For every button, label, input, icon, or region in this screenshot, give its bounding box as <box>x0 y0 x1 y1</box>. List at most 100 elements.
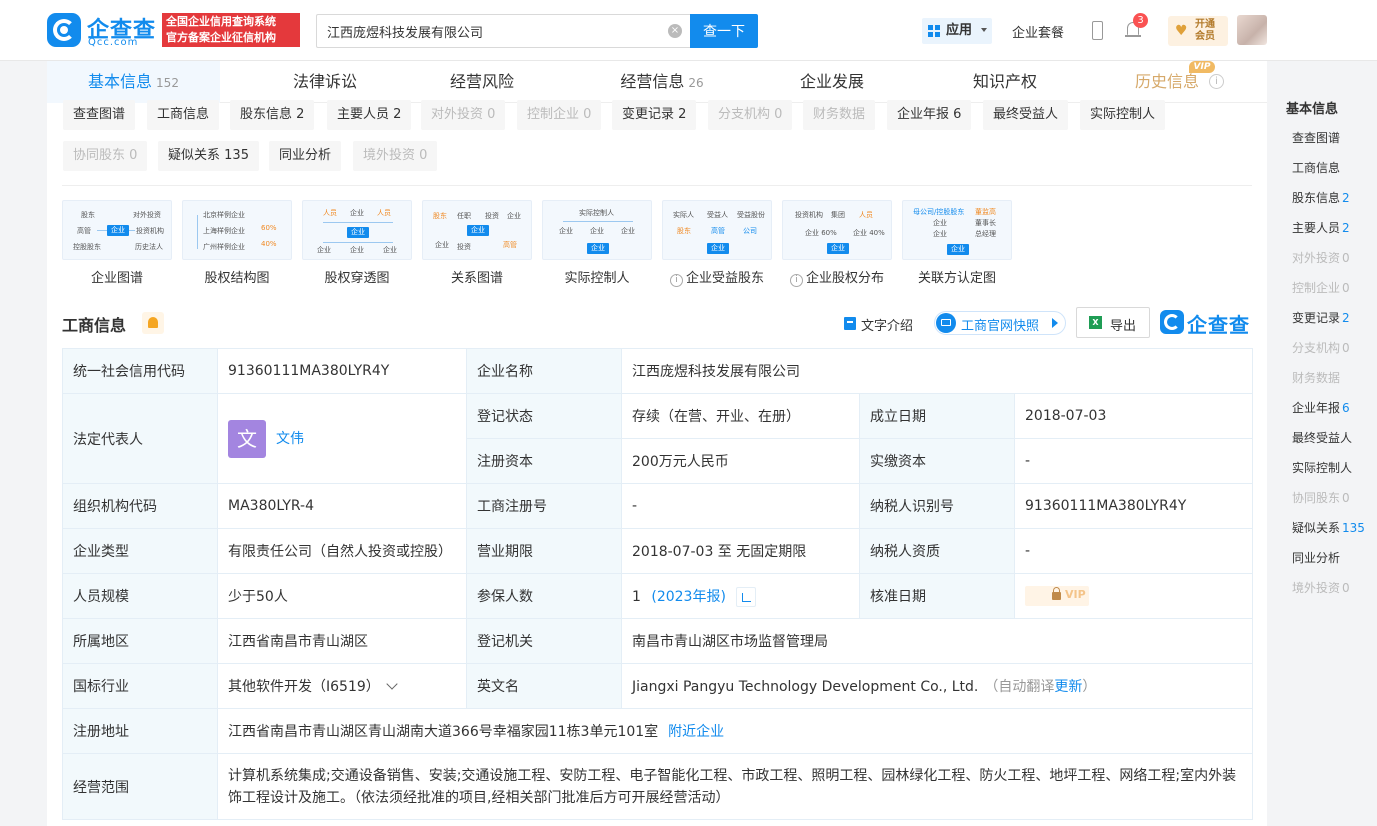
graph-label-beneficiary[interactable]: i 企业受益股东 <box>657 267 777 287</box>
graph-label-equity-distribution[interactable]: i 企业股权分布 <box>777 267 897 287</box>
reg-capital-label: 注册资本 <box>466 438 622 484</box>
subtab-changes[interactable]: 变更记录 2 <box>612 100 697 130</box>
graph-thumb-equity-structure[interactable]: 北京样例企业 上海样例企业 60% 广州样例企业 40% <box>182 200 292 260</box>
search-button[interactable]: 查一下 <box>690 14 758 48</box>
company-type-value: 有限责任公司（自然人投资或控股） <box>217 528 467 574</box>
subtab-business[interactable]: 工商信息 <box>147 100 220 130</box>
mobile-phone-icon[interactable] <box>1092 21 1103 40</box>
graph-label-relations[interactable]: 关系图谱 <box>417 267 537 286</box>
authority-value: 南昌市青山湖区市场监督管理局 <box>621 618 1253 664</box>
text-intro-icon[interactable] <box>844 317 856 330</box>
table-row: 国标行业 其他软件开发（I6519） 英文名 Jiangxi Pangyu Te… <box>62 663 1253 709</box>
subtab-peers[interactable]: 同业分析 <box>269 141 342 171</box>
update-translation-link[interactable]: 更新 <box>1054 679 1082 695</box>
official-snapshot-button[interactable]: 工商官网快照 <box>934 311 1066 335</box>
tab-ip[interactable]: 知识产权 <box>945 61 1065 103</box>
history-info-icon[interactable]: i <box>1209 74 1224 89</box>
subtab-graph[interactable]: 查查图谱 <box>63 100 136 130</box>
apps-label: 应用 <box>946 23 973 38</box>
graph-thumb-related-party[interactable]: 母公司/控股股东 董监高 企业 董事长 企业 总经理 企业 <box>902 200 1012 260</box>
trend-chart-icon[interactable] <box>736 586 757 607</box>
vip-heart-icon: ♥ <box>1175 23 1188 39</box>
subtab-shareholders[interactable]: 股东信息 2 <box>230 100 315 130</box>
sidebar-item-business[interactable]: 工商信息 <box>1292 159 1340 176</box>
notification-count-badge: 3 <box>1133 13 1148 28</box>
qcc-brand-mark: 企查查 <box>1160 309 1255 337</box>
annual-report-link[interactable]: (2023年报) <box>651 589 726 605</box>
industry-value: 其他软件开发（I6519） <box>228 679 380 695</box>
address-cell: 江西省南昌市青山湖区青山湖南大道366号幸福家园11栋3单元101室 附近企业 <box>217 708 1253 754</box>
apps-menu-button[interactable]: 应用 <box>922 18 992 44</box>
staff-size-label: 人员规模 <box>62 573 218 619</box>
tab-business-info[interactable]: 经营信息 26 <box>602 61 722 103</box>
clear-search-icon[interactable]: × <box>668 24 682 38</box>
divider <box>62 185 1252 186</box>
graph-label-equity-penetration[interactable]: 股权穿透图 <box>297 267 417 286</box>
graph-label-equity-structure[interactable]: 股权结构图 <box>177 267 297 286</box>
table-row: 企业类型 有限责任公司（自然人投资或控股） 营业期限 2018-07-03 至 … <box>62 528 1253 574</box>
tab-legal[interactable]: 法律诉讼 <box>265 61 385 103</box>
address-label: 注册地址 <box>62 708 218 754</box>
slogan-line-2: 官方备案企业征信机构 <box>166 31 276 44</box>
slogan-line-1: 全国企业信用查询系统 <box>166 15 276 28</box>
graph-label-related-party[interactable]: 关联方认定图 <box>897 267 1017 286</box>
taxpayer-id-value: 91360111MA380LYR4Y <box>1014 483 1253 529</box>
taxpayer-id-label: 纳税人识别号 <box>859 483 1015 529</box>
nearby-companies-link[interactable]: 附近企业 <box>668 724 724 740</box>
subtab-controller[interactable]: 实际控制人 <box>1080 100 1166 130</box>
credit-code-label: 统一社会信用代码 <box>62 348 218 394</box>
open-vip-button[interactable]: ♥ 开通 会员 <box>1168 16 1228 46</box>
tab-business-risk[interactable]: 经营风险 <box>422 61 542 103</box>
top-header: 企查查 Qcc.com 全国企业信用查询系统 官方备案企业征信机构 × 查一下 … <box>0 0 1377 61</box>
vip-lock-badge[interactable]: VIP <box>1025 586 1089 606</box>
sidebar-item-graph[interactable]: 查查图谱 <box>1292 129 1340 146</box>
business-info-table: 统一社会信用代码 91360111MA380LYR4Y 企业名称 江西庞煜科技发… <box>62 348 1253 820</box>
qcc-logo[interactable]: 企查查 Qcc.com <box>47 13 157 49</box>
graph-thumb-equity-penetration[interactable]: 人员 企业 人员 企业 企业 企业 企业 <box>302 200 412 260</box>
subtab-beneficiary[interactable]: 最终受益人 <box>983 100 1069 130</box>
logo-icon <box>47 13 81 47</box>
sidebar-item-shareholders[interactable]: 股东信息 2 <box>1292 189 1350 206</box>
sidebar-title: 基本信息 <box>1286 102 1339 117</box>
graph-thumb-controller[interactable]: 实际控制人 企业 企业 企业 企业 <box>542 200 652 260</box>
graph-label-controller[interactable]: 实际控制人 <box>537 267 657 286</box>
chevron-down-icon[interactable] <box>386 678 398 690</box>
sidebar-item-changes[interactable]: 变更记录 2 <box>1292 309 1350 326</box>
sidebar-item-beneficiary[interactable]: 最终受益人 <box>1292 429 1352 446</box>
legal-rep-avatar[interactable]: 文 <box>228 419 266 458</box>
table-row: 法定代表人 文文伟 登记状态 存续（在营、开业、在册） 成立日期 2018-07… <box>62 393 1253 484</box>
subtab-suspected[interactable]: 疑似关系 135 <box>158 141 259 171</box>
industry-cell[interactable]: 其他软件开发（I6519） <box>217 663 467 709</box>
main-tabs: 基本信息 152 法律诉讼 经营风险 经营信息 26 企业发展 知识产权 历史信息 … <box>47 61 1267 103</box>
help-icon: i <box>789 274 803 287</box>
graph-thumb-relations[interactable]: 股东 任职 投资 企业 企业 投资 高管 企业 <box>422 200 532 260</box>
text-intro-link[interactable]: 文字介绍 <box>861 315 913 334</box>
sidebar-item-suspected[interactable]: 疑似关系 135 <box>1292 519 1365 536</box>
subtab-annual-reports[interactable]: 企业年报 6 <box>887 100 972 130</box>
sidebar-item-annual-reports[interactable]: 企业年报 6 <box>1292 399 1350 416</box>
subtab-branches: 分支机构 0 <box>708 100 793 130</box>
subtab-key-people[interactable]: 主要人员 2 <box>327 100 412 130</box>
enterprise-package-link[interactable]: 企业套餐 <box>1012 22 1064 41</box>
tab-development[interactable]: 企业发展 <box>772 61 892 103</box>
sidebar-item-key-people[interactable]: 主要人员 2 <box>1292 219 1350 236</box>
graph-thumb-enterprise[interactable]: 股东 对外投资 高管 投资机构 控股股东 历史法人 企业 <box>62 200 172 260</box>
sidebar-item-peers[interactable]: 同业分析 <box>1292 549 1340 566</box>
legal-rep-link[interactable]: 文伟 <box>276 431 304 447</box>
sidebar-item-finance: 财务数据 <box>1292 371 1341 385</box>
vip-tag: VIP <box>1189 61 1215 73</box>
tab-basic-info[interactable]: 基本信息 152 <box>47 61 220 103</box>
apps-grid-icon <box>928 25 940 37</box>
search-input[interactable] <box>316 14 690 48</box>
insured-value: 1 <box>632 588 641 605</box>
graph-label-enterprise[interactable]: 企业图谱 <box>57 267 177 286</box>
export-button[interactable]: X 导出 <box>1076 307 1150 338</box>
user-avatar[interactable] <box>1237 15 1267 45</box>
table-row: 人员规模 少于50人 参保人数 1 (2023年报) 核准日期 VIP <box>62 573 1253 619</box>
graph-thumb-beneficiary[interactable]: 实际人 受益人 受益股份 股东 高管 公司 企业 <box>662 200 772 260</box>
credit-code-value: 91360111MA380LYR4Y <box>217 348 467 394</box>
subscribe-bell-icon[interactable] <box>142 312 164 334</box>
graph-thumb-equity-distribution[interactable]: 投资机构 集团 人员 企业 60% 企业 40% 企业 <box>782 200 892 260</box>
sidebar-item-controller[interactable]: 实际控制人 <box>1292 459 1352 476</box>
subtab-overseas: 境外投资 0 <box>353 141 438 171</box>
